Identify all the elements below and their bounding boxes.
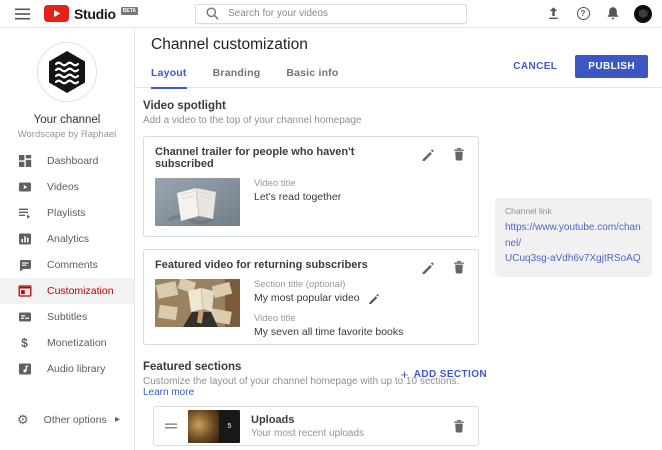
notifications-bell-icon[interactable] <box>604 5 622 23</box>
featured-video-thumbnail[interactable] <box>155 279 240 327</box>
menu-icon[interactable] <box>13 5 31 23</box>
channel-owner: Wordscape by Raphael <box>0 129 134 140</box>
sidebar-item-dashboard[interactable]: Dashboard <box>0 148 134 174</box>
main-header: Channel customization Layout Branding Ba… <box>135 28 662 88</box>
video-spotlight-subtitle: Add a video to the top of your channel h… <box>143 115 662 126</box>
sidebar-item-label: Videos <box>47 181 79 193</box>
section-row-title: Uploads <box>251 414 440 426</box>
section-row-subtitle: Your most recent uploads <box>251 428 440 439</box>
field-value: Let's read together <box>254 191 341 203</box>
sidebar: Your channel Wordscape by Raphael Dashbo… <box>0 28 135 450</box>
learn-more-link[interactable]: Learn more <box>143 387 194 398</box>
subtitles-icon <box>17 310 32 324</box>
account-avatar[interactable] <box>634 5 652 23</box>
tab-layout[interactable]: Layout <box>151 67 187 89</box>
sidebar-item-label: Dashboard <box>47 155 98 167</box>
sidebar-item-label: Playlists <box>47 207 86 219</box>
drag-handle-icon[interactable] <box>165 420 177 432</box>
video-spotlight-title: Video spotlight <box>143 100 662 112</box>
sidebar-item-label: Audio library <box>47 363 105 375</box>
delete-uploads-trash-icon[interactable] <box>451 418 467 434</box>
audio-library-icon <box>17 362 32 376</box>
sidebar-item-label: Analytics <box>47 233 89 245</box>
sidebar-item-customization[interactable]: Customization <box>0 278 134 304</box>
sidebar-item-audio-library[interactable]: Audio library <box>0 356 134 382</box>
sidebar-item-monetization[interactable]: $ Monetization <box>0 330 134 356</box>
sidebar-item-other-options[interactable]: ⚙ Other options ▸ <box>0 413 134 426</box>
search-box[interactable] <box>195 4 467 24</box>
layout-tab-content: Video spotlight Add a video to the top o… <box>135 88 662 450</box>
gear-icon: ⚙ <box>17 413 29 426</box>
publish-button[interactable]: PUBLISH <box>575 55 648 78</box>
edit-section-title-pencil-icon[interactable] <box>368 292 380 304</box>
channel-link-url[interactable]: https://www.youtube.com/channel/ UCuq3sg… <box>505 220 642 267</box>
edit-trailer-pencil-icon[interactable] <box>419 146 435 162</box>
delete-trailer-trash-icon[interactable] <box>451 146 467 162</box>
sidebar-item-videos[interactable]: Videos <box>0 174 134 200</box>
brand-text: Studio <box>74 5 116 23</box>
channel-trailer-card: Channel trailer for people who haven't s… <box>143 136 479 237</box>
search-input[interactable] <box>228 8 456 19</box>
chevron-right-icon: ▸ <box>115 414 120 425</box>
trailer-video-thumbnail[interactable] <box>155 178 240 226</box>
uploads-thumbnail: 5 <box>188 410 240 443</box>
field-value: My seven all time favorite books <box>254 326 403 338</box>
field-value: My most popular video <box>254 292 360 304</box>
playlists-icon <box>17 206 32 220</box>
field-label: Video title <box>254 313 403 324</box>
channel-link-label: Channel link <box>505 206 642 216</box>
sidebar-nav: Dashboard Videos Playlists Analytics Com… <box>0 148 134 382</box>
sidebar-item-label: Comments <box>47 259 98 271</box>
sidebar-item-label: Monetization <box>47 337 107 349</box>
tab-basic-info[interactable]: Basic info <box>286 67 338 89</box>
featured-sections-header: Featured sections Customize the layout o… <box>143 361 487 398</box>
page-title: Channel customization <box>151 36 646 54</box>
youtube-logo-icon <box>44 5 69 22</box>
upload-icon[interactable] <box>544 5 562 23</box>
sidebar-item-playlists[interactable]: Playlists <box>0 200 134 226</box>
delete-featured-trash-icon[interactable] <box>451 259 467 275</box>
channel-logo-hexagon-icon <box>44 49 90 95</box>
topbar: Studio beta ? <box>0 0 662 28</box>
sidebar-item-label: Subtitles <box>47 311 87 323</box>
tab-branding[interactable]: Branding <box>213 67 261 89</box>
help-icon[interactable]: ? <box>574 5 592 23</box>
brand-beta-badge: beta <box>121 7 138 15</box>
featured-video-card: Featured video for returning subscribers <box>143 249 479 345</box>
search-icon <box>206 7 219 20</box>
edit-featured-pencil-icon[interactable] <box>419 259 435 275</box>
field-label: Video title <box>254 178 341 189</box>
avatar-hexagon-icon <box>639 9 648 18</box>
main-panel: Channel customization Layout Branding Ba… <box>135 28 662 450</box>
section-row-uploads: 5 Uploads Your most recent uploads <box>153 406 479 446</box>
channel-link-panel: Channel link https://www.youtube.com/cha… <box>495 198 652 277</box>
sidebar-item-analytics[interactable]: Analytics <box>0 226 134 252</box>
youtube-studio-logo[interactable]: Studio beta <box>44 5 138 23</box>
analytics-icon <box>17 232 32 246</box>
videos-icon <box>17 180 32 194</box>
uploads-count-badge: 5 <box>219 410 240 443</box>
channel-name: Your channel <box>0 114 134 126</box>
other-options-label: Other options <box>44 414 107 426</box>
sidebar-item-label: Customization <box>47 285 114 297</box>
channel-avatar[interactable] <box>37 42 97 102</box>
customization-icon <box>17 284 32 298</box>
dollar-icon: $ <box>17 337 32 349</box>
dashboard-icon <box>17 154 32 168</box>
field-label: Section title (optional) <box>254 279 403 290</box>
uploads-thumb-image <box>188 410 219 443</box>
sidebar-item-subtitles[interactable]: Subtitles <box>0 304 134 330</box>
add-section-button[interactable]: + ADD SECTION <box>401 368 487 381</box>
comments-icon <box>17 258 32 272</box>
cancel-button[interactable]: CANCEL <box>513 61 557 72</box>
plus-icon: + <box>401 368 409 381</box>
sidebar-item-comments[interactable]: Comments <box>0 252 134 278</box>
